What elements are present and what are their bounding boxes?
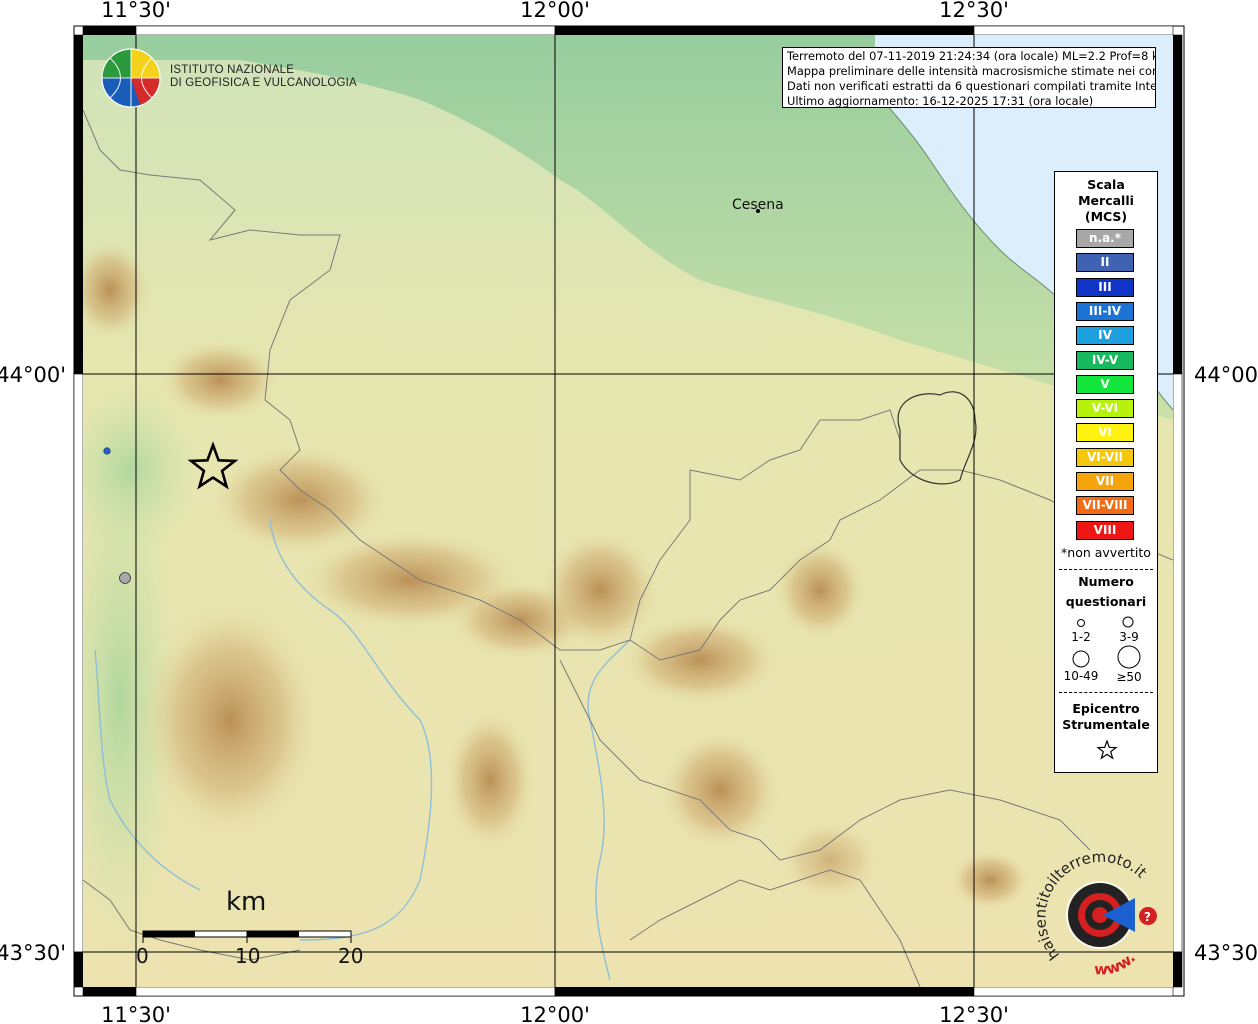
epicenter-title-2: Strumentale — [1062, 717, 1150, 732]
legend-title-line: (MCS) — [1084, 209, 1128, 224]
event-info-box: Terremoto del 07-11-2019 21:24:34 (ora l… — [782, 47, 1156, 108]
frame-segment — [973, 986, 1174, 997]
frame-segment — [73, 373, 84, 953]
frame-segment — [73, 34, 84, 375]
mcs-legend: Scala Mercalli (MCS) n.a.* II III III-IV IV I… — [1054, 171, 1158, 773]
size-class-1: 1-2 — [1071, 630, 1091, 644]
legend-divider — [1059, 569, 1153, 570]
info-line: Mappa preliminare delle intensità macros… — [787, 64, 1156, 78]
legend-swatch-iv-v: IV-V — [1076, 350, 1134, 370]
legend-swatch-v: V — [1076, 374, 1134, 394]
size-class-3: 10-49 — [1063, 669, 1099, 683]
legend-swatch-iv: IV — [1076, 326, 1134, 346]
legend-swatch-iii-iv: III-IV — [1076, 301, 1134, 321]
legend-swatch-iii: III — [1076, 277, 1134, 297]
frame-segment — [1172, 951, 1183, 988]
longitude-label-top: 12°00' — [520, 0, 590, 22]
legend-swatch-v-vi: V-VI — [1076, 399, 1134, 419]
frame-segment — [554, 986, 975, 997]
longitude-label-bottom: 11°30' — [101, 1003, 171, 1024]
legend-swatch-viii: VIII — [1076, 520, 1134, 540]
info-line: Dati non verificati estratti da 6 questi… — [787, 79, 1156, 93]
latitude-label-right: 43°30' — [1194, 941, 1258, 965]
latitude-label-left: 44°00' — [0, 363, 66, 387]
latitude-label-right: 44°00' — [1194, 363, 1258, 387]
observation-point-iii — [103, 447, 111, 455]
frame-segment — [82, 25, 137, 36]
legend-swatch-vi: VI — [1076, 423, 1134, 443]
questionnaires-title-1: Numero — [1078, 574, 1134, 589]
legend-swatch-ii: II — [1076, 253, 1134, 273]
info-line: Terremoto del 07-11-2019 21:24:34 (ora l… — [787, 49, 1156, 63]
frame-segment — [973, 25, 1174, 36]
legend-title-line: Mercalli — [1078, 193, 1134, 208]
longitude-label-bottom: 12°30' — [939, 1003, 1009, 1024]
legend-swatch-vii: VII — [1076, 472, 1134, 491]
frame-segment — [82, 986, 137, 997]
epicenter-title-1: Epicentro — [1072, 701, 1140, 716]
latitude-label-left: 43°30' — [0, 941, 66, 965]
legend-swatch-vii-viii: VII-VIII — [1076, 496, 1134, 516]
frame-segment — [1172, 34, 1183, 375]
observation-point-na — [119, 572, 131, 584]
logo-line-1: ISTITUTO NAZIONALE — [170, 64, 295, 76]
legend-title-line: Scala — [1087, 177, 1125, 192]
legend-swatch-vi-vii: VI-VII — [1076, 447, 1134, 467]
frame-segment — [135, 25, 556, 36]
ingv-logo-text: ISTITUTO NAZIONALE DI GEOFISICA E VULCAN… — [170, 64, 357, 90]
ingv-logo-icon — [101, 48, 161, 108]
longitude-label-top: 11°30' — [101, 0, 171, 22]
frame-segment — [554, 25, 975, 36]
legend-divider — [1059, 692, 1153, 693]
scale-bar-tick-0: 0 — [136, 944, 149, 968]
city-label-cesena: Cesena — [732, 197, 784, 213]
scale-bar-tick-20: 20 — [338, 944, 364, 968]
legend-note: *non avvertito — [1061, 545, 1151, 560]
longitude-label-bottom: 12°00' — [520, 1003, 590, 1024]
frame-segment — [135, 986, 556, 997]
frame-segment — [1172, 373, 1183, 953]
legend-swatch-n-a-: n.a.* — [1076, 229, 1134, 248]
questionnaires-title-2: questionari — [1065, 594, 1147, 609]
info-line: Ultimo aggiornamento: 16-12-2025 17:31 (… — [787, 94, 1094, 108]
logo-line-2: DI GEOFISICA E VULCANOLOGIA — [170, 77, 357, 89]
size-class-4: ≥50 — [1116, 670, 1142, 684]
frame-segment — [73, 951, 84, 988]
svg-text:?: ? — [1144, 910, 1151, 924]
scale-bar-unit: km — [226, 887, 267, 917]
size-class-2: 3-9 — [1119, 630, 1139, 644]
legend-title: Scala Mercalli (MCS) — [1055, 177, 1157, 225]
longitude-label-top: 12°30' — [939, 0, 1009, 22]
epicenter-legend-star-icon — [1096, 739, 1118, 760]
scale-bar-tick-10: 10 — [235, 944, 261, 968]
